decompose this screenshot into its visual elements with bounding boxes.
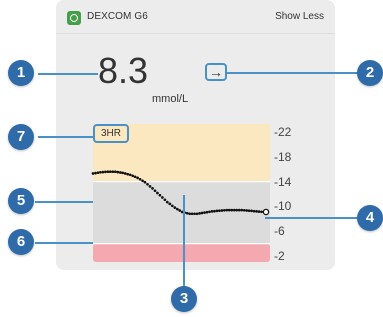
callout-7: 7 xyxy=(8,124,34,150)
page: { "widget": { "app_name": "DEXCOM G6", "… xyxy=(0,0,383,317)
arrow-right-icon: → xyxy=(209,64,223,80)
callout-5-leader xyxy=(35,201,93,203)
callout-2: 2 xyxy=(357,60,383,86)
trend-arrow-box: → xyxy=(205,63,227,81)
callout-5: 5 xyxy=(8,188,34,214)
callout-3-leader xyxy=(183,195,185,287)
app-name: DEXCOM G6 xyxy=(87,11,148,22)
callout-4: 4 xyxy=(357,205,383,231)
callout-3: 3 xyxy=(171,286,197,312)
y-tick-label: -10 xyxy=(274,199,292,214)
dexcom-app-icon xyxy=(67,11,81,25)
y-tick-label: -2 xyxy=(274,249,285,263)
glucose-reading: 8.3 xyxy=(98,50,149,91)
callout-1: 1 xyxy=(8,60,34,86)
callout-7-leader xyxy=(38,136,93,138)
y-tick-label: -18 xyxy=(274,149,292,164)
widget-header: DEXCOM G6 Show Less xyxy=(56,0,335,33)
time-range-button[interactable]: 3HR xyxy=(93,124,129,143)
callout-6-leader xyxy=(35,242,93,244)
y-tick-label: -14 xyxy=(274,174,292,189)
y-tick-label: -6 xyxy=(274,224,285,239)
y-tick-label: -22 xyxy=(274,125,292,139)
show-less-button[interactable]: Show Less xyxy=(275,11,324,22)
callout-2-leader xyxy=(227,72,361,74)
callout-6: 6 xyxy=(8,229,34,255)
glucose-units: mmol/L xyxy=(152,93,189,105)
header-divider xyxy=(56,33,335,34)
callout-4-leader xyxy=(265,217,365,219)
callout-1-leader xyxy=(38,73,98,75)
